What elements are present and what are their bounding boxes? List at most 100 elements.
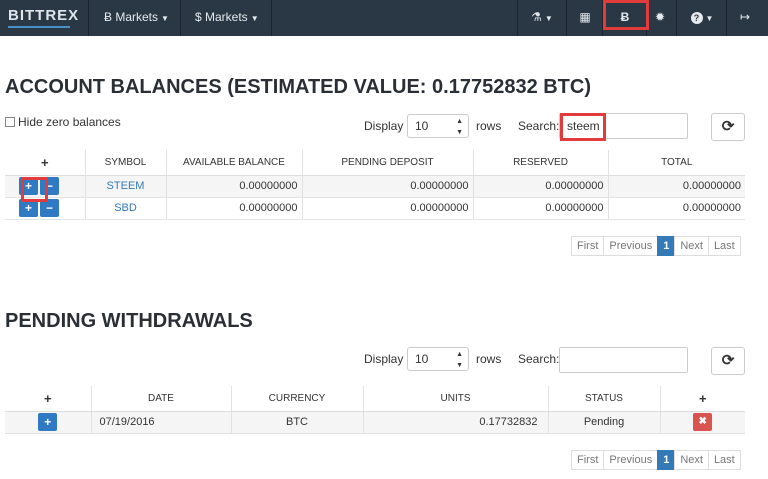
- refresh-icon: ⟳: [721, 352, 735, 369]
- highlight-search-input: [560, 113, 606, 141]
- search-label: Search:: [518, 119, 560, 133]
- usd-markets-menu[interactable]: $ Markets ▼: [195, 0, 259, 36]
- display-label: Display: [364, 352, 404, 366]
- total-balance: 0.00000000: [608, 175, 745, 198]
- last-page-button[interactable]: Last: [707, 450, 741, 470]
- first-page-button[interactable]: First: [571, 236, 605, 256]
- reserved-balance: 0.00000000: [473, 197, 609, 220]
- symbol-link[interactable]: SBD: [85, 197, 167, 220]
- column-header-currency[interactable]: CURRENCY: [231, 386, 364, 412]
- nav-divider: [517, 0, 518, 36]
- chevron-down-icon: ▼: [544, 14, 553, 23]
- withdrawal-units: 0.17732832: [363, 411, 549, 434]
- chevron-down-icon: ▼: [161, 14, 169, 23]
- previous-page-button[interactable]: Previous: [603, 450, 659, 470]
- table-header-row: + DATE CURRENCY UNITS STATUS +: [5, 386, 745, 412]
- column-header-pending[interactable]: PENDING DEPOSIT: [302, 150, 474, 176]
- column-header-date[interactable]: DATE: [91, 386, 232, 412]
- cancel-withdrawal-button[interactable]: ✖: [693, 413, 713, 431]
- help-icon: ?: [690, 12, 703, 24]
- rows-label: rows: [476, 119, 502, 133]
- nav-divider: [676, 0, 677, 36]
- gear-icon: ✹: [654, 10, 666, 24]
- brand-underline: [8, 26, 70, 28]
- balances-title: ACCOUNT BALANCES (ESTIMATED VALUE: 0.177…: [5, 76, 592, 98]
- rows-label: rows: [476, 352, 502, 366]
- nav-divider: [566, 0, 567, 36]
- checkbox-box[interactable]: [5, 117, 15, 127]
- nav-divider: [726, 0, 727, 36]
- settings-button[interactable]: ✹: [648, 0, 672, 36]
- pending-deposit: 0.00000000: [302, 197, 474, 220]
- help-menu[interactable]: ? ▼: [682, 0, 722, 36]
- page-1-button[interactable]: 1: [657, 450, 676, 470]
- add-column-header[interactable]: +: [5, 386, 92, 412]
- expand-button[interactable]: +: [38, 413, 58, 431]
- column-header-units[interactable]: UNITS: [363, 386, 549, 412]
- highlight-deposit-button: [21, 177, 48, 202]
- nav-divider: [88, 0, 89, 36]
- balances-table: + SYMBOL AVAILABLE BALANCE PENDING DEPOS…: [5, 150, 745, 220]
- updown-arrow-icon: ▲ ▼: [456, 118, 463, 136]
- brand-logo[interactable]: BITTREX: [8, 7, 79, 24]
- btc-markets-menu[interactable]: Ƀ Markets ▼: [104, 0, 169, 36]
- highlight-balances-button: [603, 0, 649, 30]
- first-page-button[interactable]: First: [571, 450, 605, 470]
- column-header-available[interactable]: AVAILABLE BALANCE: [166, 150, 303, 176]
- table-row: + 07/19/2016 BTC 0.17732832 Pending ✖: [5, 411, 745, 434]
- table-row: + − SBD 0.00000000 0.00000000 0.00000000 …: [5, 197, 745, 220]
- rows-select[interactable]: 10 ▲ ▼: [407, 347, 469, 371]
- updown-arrow-icon: ▲ ▼: [456, 351, 463, 369]
- column-header-reserved[interactable]: RESERVED: [473, 150, 609, 176]
- nav-divider: [271, 0, 272, 36]
- total-balance: 0.00000000: [608, 197, 745, 220]
- lab-menu[interactable]: ⚗ ▼: [522, 0, 562, 36]
- symbol-link[interactable]: STEEM: [85, 175, 167, 198]
- table-row: + − STEEM 0.00000000 0.00000000 0.0000000…: [5, 175, 745, 198]
- calendar-button[interactable]: ▦: [568, 0, 602, 36]
- withdrawal-date: 07/19/2016: [91, 411, 232, 434]
- logout-button[interactable]: ↦: [730, 0, 760, 36]
- display-label: Display: [364, 119, 404, 133]
- withdrawal-status: Pending: [548, 411, 661, 434]
- refresh-button[interactable]: ⟳: [711, 113, 745, 141]
- available-balance: 0.00000000: [166, 175, 303, 198]
- hide-zero-checkbox[interactable]: Hide zero balances: [5, 115, 121, 129]
- rows-select-value: 10: [415, 119, 429, 133]
- chevron-down-icon: ▼: [705, 14, 714, 23]
- table-header-row: + SYMBOL AVAILABLE BALANCE PENDING DEPOS…: [5, 150, 745, 176]
- pending-deposit: 0.00000000: [302, 175, 474, 198]
- logout-icon: ↦: [739, 10, 751, 24]
- flask-icon: ⚗: [531, 10, 542, 24]
- last-page-button[interactable]: Last: [707, 236, 741, 256]
- search-label: Search:: [518, 352, 560, 366]
- top-navbar: BITTREX Ƀ Markets ▼ $ Markets ▼ ⚗ ▼ ▦ Ƀ ✹ ?…: [0, 0, 768, 36]
- withdrawals-table: + DATE CURRENCY UNITS STATUS + + 07/19/2…: [5, 386, 745, 434]
- withdrawals-pagination: First Previous 1 Next Last: [571, 450, 741, 470]
- rows-select[interactable]: 10 ▲ ▼: [407, 114, 469, 138]
- next-page-button[interactable]: Next: [674, 450, 709, 470]
- add-column-header[interactable]: +: [5, 150, 86, 176]
- rows-select-value: 10: [415, 352, 429, 366]
- refresh-button[interactable]: ⟳: [711, 347, 745, 375]
- previous-page-button[interactable]: Previous: [603, 236, 659, 256]
- column-header-total[interactable]: TOTAL: [608, 150, 745, 176]
- search-input[interactable]: [559, 347, 688, 373]
- row-actions: +: [5, 411, 92, 434]
- hide-zero-label: Hide zero balances: [18, 115, 121, 129]
- calendar-icon: ▦: [579, 10, 591, 24]
- column-header-status[interactable]: STATUS: [548, 386, 661, 412]
- withdrawal-currency: BTC: [231, 411, 364, 434]
- cancel-column-header[interactable]: +: [660, 386, 745, 412]
- refresh-icon: ⟳: [721, 118, 735, 135]
- row-cancel: ✖: [660, 411, 745, 434]
- btc-markets-label: Ƀ Markets: [104, 10, 159, 24]
- available-balance: 0.00000000: [166, 197, 303, 220]
- withdrawals-title: PENDING WITHDRAWALS: [5, 310, 253, 332]
- page-1-button[interactable]: 1: [657, 236, 676, 256]
- next-page-button[interactable]: Next: [674, 236, 709, 256]
- column-header-symbol[interactable]: SYMBOL: [85, 150, 167, 176]
- balances-pagination: First Previous 1 Next Last: [571, 236, 741, 256]
- nav-divider: [180, 0, 181, 36]
- reserved-balance: 0.00000000: [473, 175, 609, 198]
